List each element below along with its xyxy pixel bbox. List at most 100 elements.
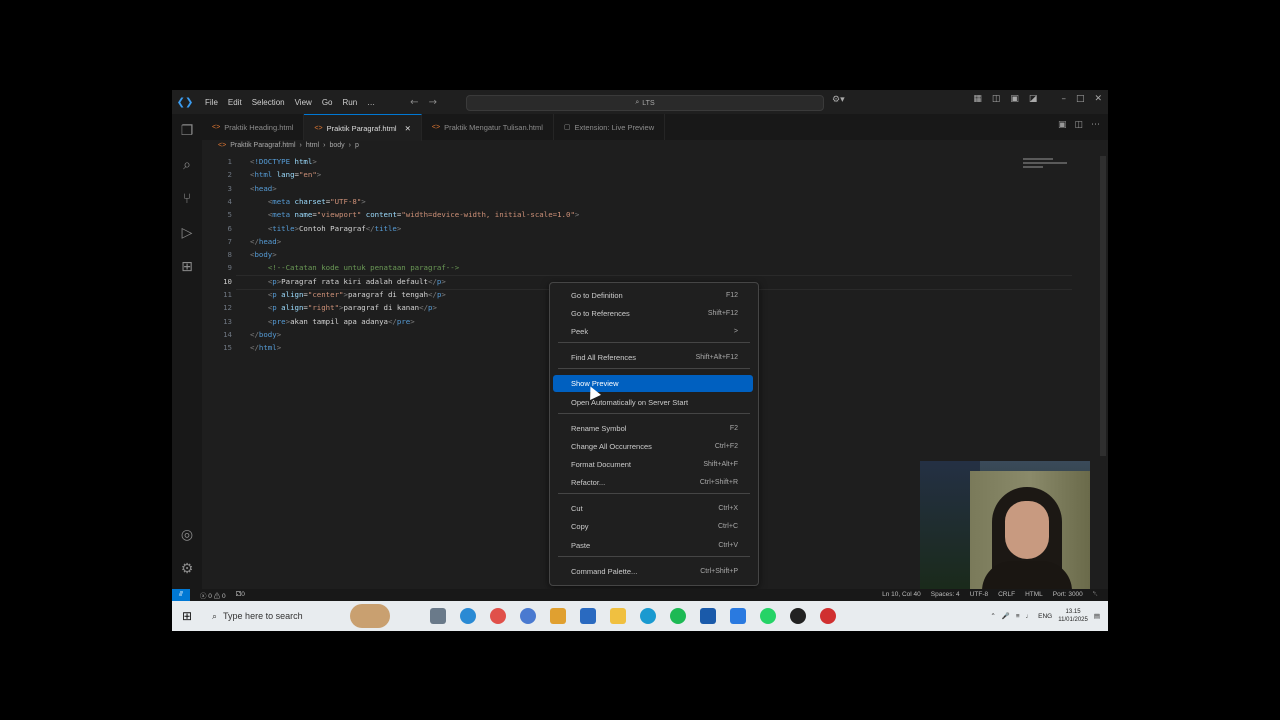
window-controls: ▦ ◫ ▣ ◪ – □ ✕ bbox=[973, 94, 1102, 104]
line-number: 2 bbox=[227, 170, 232, 180]
explorer-icon[interactable]: ❐ bbox=[178, 122, 196, 140]
menu-view[interactable]: View bbox=[290, 98, 317, 107]
taskbar-search[interactable]: ⌕ Type here to search bbox=[212, 611, 352, 622]
file-explorer-icon[interactable] bbox=[610, 608, 626, 624]
indentation[interactable]: Spaces: 4 bbox=[931, 591, 960, 599]
html-file-icon: <> bbox=[314, 124, 323, 132]
context-menu-item[interactable]: Go to Definition F12 bbox=[553, 287, 753, 304]
menu-selection[interactable]: Selection bbox=[247, 98, 290, 107]
tab-live-preview[interactable]: ▢ Extension: Live Preview bbox=[554, 114, 666, 140]
back-arrow-icon[interactable]: ← bbox=[410, 97, 418, 108]
toggle-panel-icon[interactable]: ▣ bbox=[1010, 94, 1019, 104]
menu-run[interactable]: Run bbox=[337, 98, 362, 107]
close-window-icon[interactable]: ✕ bbox=[1094, 94, 1102, 104]
context-menu-item[interactable]: Go to References Shift+F12 bbox=[553, 305, 753, 322]
context-menu-item[interactable]: Rename Symbol F2 bbox=[553, 420, 753, 437]
telegram-icon[interactable] bbox=[460, 608, 476, 624]
html-file-icon: <> bbox=[218, 142, 227, 149]
breadcrumb-p[interactable]: p bbox=[355, 142, 359, 149]
menu-go[interactable]: Go bbox=[317, 98, 338, 107]
settings-gear-icon[interactable]: ⚙ bbox=[178, 560, 196, 578]
menu-item-shortcut: > bbox=[733, 328, 738, 335]
notifications-bell-icon[interactable]: ␇ bbox=[1093, 591, 1098, 599]
split-editor-icon[interactable]: ◫ bbox=[1074, 120, 1083, 130]
tab-praktik-mengatur-tulisan[interactable]: <> Praktik Mengatur Tulisan.html bbox=[422, 114, 554, 140]
more-actions-icon[interactable]: ⋯ bbox=[1091, 120, 1100, 130]
breadcrumb-file[interactable]: Praktik Paragraf.html bbox=[230, 142, 295, 149]
editor-scrollbar[interactable] bbox=[1100, 156, 1106, 456]
task-view-icon[interactable] bbox=[430, 608, 446, 624]
store-icon[interactable] bbox=[550, 608, 566, 624]
extensions-icon[interactable]: ⊞ bbox=[178, 258, 196, 276]
context-menu-item[interactable]: Paste Ctrl+V bbox=[553, 537, 753, 554]
command-center-search[interactable]: ⌕ LTS bbox=[466, 95, 824, 111]
spotify-icon[interactable] bbox=[670, 608, 686, 624]
edge-icon[interactable] bbox=[640, 608, 656, 624]
breadcrumb-html[interactable]: html bbox=[306, 142, 319, 149]
menu-more[interactable]: … bbox=[362, 98, 380, 107]
context-menu-item[interactable]: Command Palette... Ctrl+Shift+P bbox=[553, 563, 753, 580]
context-menu-item[interactable]: Copy Ctrl+C bbox=[553, 518, 753, 535]
tab-praktik-paragraf[interactable]: <> Praktik Paragraf.html ✕ bbox=[304, 114, 422, 141]
chevron-up-icon[interactable]: ⌃ bbox=[990, 612, 995, 620]
menu-file[interactable]: File bbox=[200, 98, 223, 107]
recorder-icon[interactable] bbox=[820, 608, 836, 624]
problems-indicator[interactable]: ⓧ 0 ⚠ 0 bbox=[200, 590, 226, 600]
copilot-icon[interactable]: ⚙▾ bbox=[832, 95, 845, 105]
encoding[interactable]: UTF-8 bbox=[970, 591, 988, 599]
context-menu-item[interactable]: Find All References Shift+Alt+F12 bbox=[553, 349, 753, 366]
context-menu-item[interactable]: Refactor... Ctrl+Shift+R bbox=[553, 474, 753, 491]
context-menu-item[interactable]: Open Automatically on Server Start bbox=[553, 394, 753, 411]
windows-start-icon[interactable]: ⊞ bbox=[182, 609, 196, 623]
account-icon[interactable]: ◎ bbox=[178, 526, 196, 544]
remote-indicator-icon[interactable]: ⫻ bbox=[172, 589, 190, 601]
code-text: <title>Contoh Paragraf</title> bbox=[267, 223, 402, 233]
search-icon[interactable]: ⌕ bbox=[178, 156, 196, 174]
live-server-port[interactable]: Port: 3000 bbox=[1053, 591, 1083, 599]
calculator-icon[interactable] bbox=[580, 608, 596, 624]
volume-icon[interactable]: ♩ bbox=[1026, 613, 1033, 620]
word-icon[interactable] bbox=[700, 608, 716, 624]
menu-item-label: Go to References bbox=[571, 309, 630, 318]
menu-item-label: Go to Definition bbox=[571, 291, 623, 300]
toggle-secondary-sidebar-icon[interactable]: ◪ bbox=[1029, 94, 1038, 104]
keyboard-language[interactable]: ENG bbox=[1038, 613, 1052, 620]
menu-edit[interactable]: Edit bbox=[223, 98, 247, 107]
minimap[interactable] bbox=[1023, 156, 1073, 180]
microphone-icon[interactable]: 🎤 bbox=[1002, 612, 1010, 620]
open-preview-icon[interactable]: ▣ bbox=[1058, 120, 1067, 130]
clock[interactable]: 13.15 11/01/2025 bbox=[1058, 608, 1088, 624]
whatsapp-icon[interactable] bbox=[760, 608, 776, 624]
vscode-taskbar-icon[interactable] bbox=[730, 608, 746, 624]
language-mode[interactable]: HTML bbox=[1025, 591, 1043, 599]
app-icon[interactable] bbox=[520, 608, 536, 624]
context-menu-item[interactable]: Peek > bbox=[553, 323, 753, 340]
menu-item-label: Change All Occurrences bbox=[571, 442, 652, 451]
end-of-line[interactable]: CRLF bbox=[998, 591, 1015, 599]
context-menu-item[interactable]: Cut Ctrl+X bbox=[553, 500, 753, 517]
layout-icon[interactable]: ▦ bbox=[973, 94, 982, 104]
context-menu-item[interactable]: Change All Occurrences Ctrl+F2 bbox=[553, 438, 753, 455]
news-widget-icon[interactable] bbox=[350, 604, 390, 628]
maximize-icon[interactable]: □ bbox=[1076, 94, 1085, 104]
tab-praktik-heading[interactable]: <> Praktik Heading.html bbox=[202, 114, 305, 140]
chrome-icon[interactable] bbox=[490, 608, 506, 624]
run-debug-icon[interactable]: ▷ bbox=[178, 224, 196, 242]
source-control-icon[interactable]: ⑂ bbox=[178, 190, 196, 208]
title-bar: ❮❯ File Edit Selection View Go Run … ← →… bbox=[172, 90, 1108, 114]
network-icon[interactable]: ≡ bbox=[1016, 613, 1020, 620]
close-tab-icon[interactable]: ✕ bbox=[405, 124, 411, 133]
notification-center-icon[interactable]: ▤ bbox=[1094, 612, 1100, 620]
context-menu-item[interactable]: Format Document Shift+Alt+F bbox=[553, 456, 753, 473]
context-menu-item[interactable]: Show Preview bbox=[553, 375, 753, 392]
minimize-icon[interactable]: – bbox=[1061, 94, 1066, 104]
ports-indicator[interactable]: ⚁0 bbox=[236, 590, 245, 600]
menu-separator bbox=[558, 413, 750, 414]
media-player-icon[interactable] bbox=[790, 608, 806, 624]
cursor-position[interactable]: Ln 10, Col 40 bbox=[882, 591, 921, 599]
breadcrumb-body[interactable]: body bbox=[329, 142, 344, 149]
code-text: </body> bbox=[250, 329, 282, 339]
forward-arrow-icon[interactable]: → bbox=[429, 97, 437, 108]
toggle-sidebar-icon[interactable]: ◫ bbox=[992, 94, 1001, 104]
code-text: <pre>akan tampil apa adanya</pre> bbox=[267, 316, 415, 326]
